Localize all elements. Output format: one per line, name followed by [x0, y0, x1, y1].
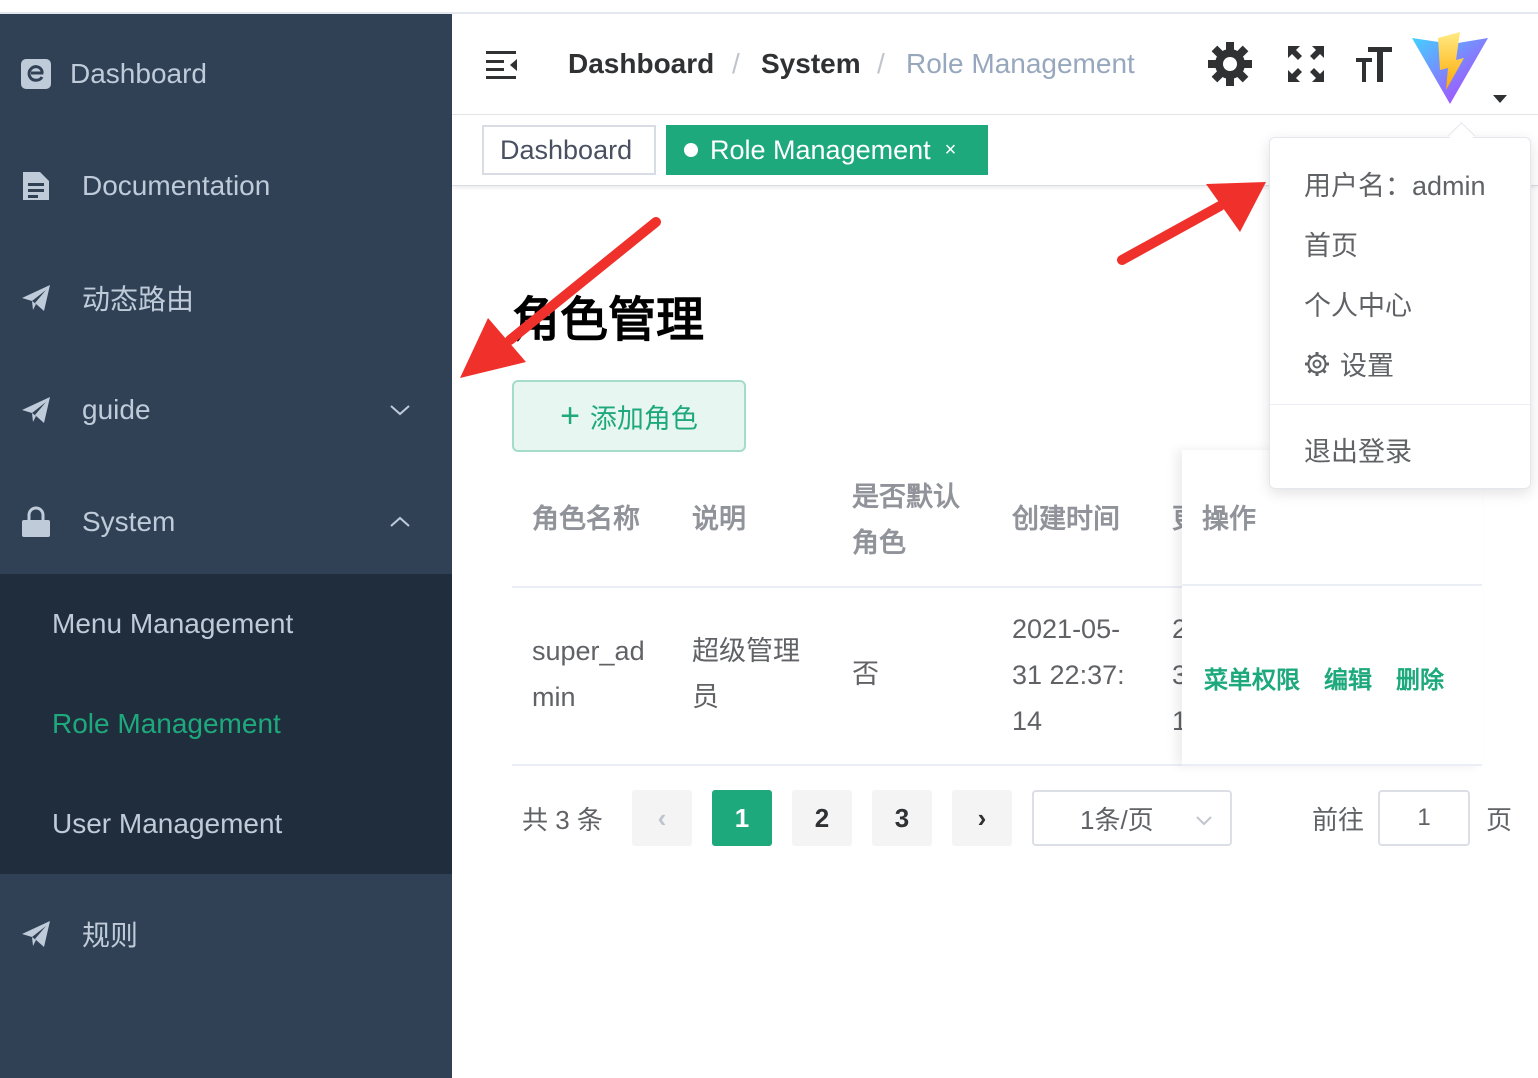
pagination-total: 共 3 条: [522, 805, 603, 835]
dropdown-username: 用户名：admin: [1304, 171, 1486, 201]
system-submenu: Menu Management Role Management User Man…: [0, 574, 452, 874]
page-3-button[interactable]: 3: [872, 790, 932, 846]
sidebar-item-system[interactable]: System: [0, 466, 452, 578]
breadcrumb-dashboard[interactable]: Dashboard: [568, 48, 714, 80]
page-size-value: 1条/页: [1080, 804, 1154, 835]
divider: [1182, 764, 1482, 766]
browser-top-edge: [0, 0, 1538, 14]
navbar: Dashboard / System / Role Management: [452, 14, 1538, 115]
sidebar-item-label: User Management: [52, 808, 283, 839]
sidebar-item-label: Dashboard: [70, 58, 207, 89]
cell-role-name-line1: super_ad: [532, 636, 645, 666]
hamburger-icon[interactable]: [484, 48, 520, 80]
tag-role-management[interactable]: Role Management ×: [666, 125, 988, 175]
goto-label: 前往: [1312, 805, 1365, 835]
column-header-created-time: 创建时间: [1012, 504, 1120, 534]
dropdown-item-logout[interactable]: 退出登录: [1304, 430, 1412, 469]
sidebar-item-user-management[interactable]: User Management: [0, 774, 452, 874]
chevron-up-icon: [390, 516, 410, 527]
settings-icon[interactable]: [1206, 40, 1254, 88]
cell-created-line2: 31 22:37:: [1012, 660, 1125, 690]
chevron-down-icon: [390, 405, 410, 416]
dropdown-item-settings[interactable]: 设置: [1304, 344, 1394, 383]
cell-description-line2: 员: [692, 682, 719, 712]
sidebar-item-label: 动态路由: [82, 284, 195, 315]
sidebar-item-label: 规则: [82, 920, 139, 951]
tag-dashboard[interactable]: Dashboard: [482, 125, 656, 175]
sidebar: Dashboard Documentation 动态路由 guide Syste…: [0, 14, 452, 1078]
fixed-actions-column: 操作 菜单权限 编辑 删除: [1182, 450, 1482, 766]
document-icon: [20, 170, 52, 202]
dropdown-item-label: 设置: [1340, 351, 1394, 381]
red-arrow-right: [1117, 182, 1266, 265]
page-title: 角色管理: [512, 294, 705, 347]
goto-page-input[interactable]: 1: [1378, 790, 1470, 846]
sidebar-item-role-management[interactable]: Role Management: [0, 674, 452, 774]
plus-icon: +: [560, 396, 580, 435]
cell-created-line1: 2021-05-: [1012, 614, 1121, 644]
lock-icon: [20, 506, 52, 538]
next-page-button[interactable]: ›: [952, 790, 1012, 846]
cell-created-line3: 14: [1012, 706, 1043, 736]
add-role-label: 添加角色: [589, 403, 698, 434]
column-header-role-name: 角色名称: [532, 504, 640, 534]
sidebar-item-label: Documentation: [82, 170, 271, 201]
dropdown-item-home[interactable]: 首页: [1304, 224, 1358, 263]
sidebar-item-menu-management[interactable]: Menu Management: [0, 574, 452, 674]
sidebar-item-label: System: [82, 506, 176, 537]
add-role-button[interactable]: + 添加角色: [512, 380, 746, 452]
page-1-button[interactable]: 1: [712, 790, 772, 846]
sidebar-item-dynamic-route[interactable]: 动态路由: [0, 242, 452, 354]
sidebar-item-label: Menu Management: [52, 608, 294, 639]
breadcrumb-separator: /: [877, 48, 885, 79]
column-header-default-line2: 角色: [852, 528, 906, 558]
breadcrumb-system[interactable]: System: [761, 48, 861, 80]
page-2-button[interactable]: 2: [792, 790, 852, 846]
tag-label: Role Management: [710, 134, 931, 165]
column-header-actions: 操作: [1202, 504, 1256, 534]
chevron-down-icon: [1196, 816, 1212, 826]
paper-plane-icon: [20, 918, 52, 950]
gear-icon: [1305, 351, 1329, 376]
cell-default: 否: [852, 659, 879, 689]
sidebar-item-guide[interactable]: guide: [0, 354, 452, 466]
close-icon[interactable]: ×: [945, 139, 957, 162]
prev-page-button[interactable]: ‹: [632, 790, 692, 846]
dropdown-divider: [1270, 404, 1530, 405]
fullscreen-icon[interactable]: [1282, 40, 1330, 88]
sidebar-item-label: guide: [82, 394, 151, 425]
cell-description-line1: 超级管理: [692, 636, 800, 666]
tag-label: Dashboard: [500, 134, 633, 165]
edit-link[interactable]: 编辑: [1324, 660, 1372, 695]
page-size-select[interactable]: 1条/页: [1032, 790, 1232, 846]
column-header-default-line1: 是否默认: [852, 482, 960, 512]
cell-role-name-line2: min: [532, 682, 576, 712]
sidebar-item-rules[interactable]: 规则: [0, 878, 452, 990]
active-dot-icon: [684, 143, 698, 157]
dropdown-item-profile[interactable]: 个人中心: [1304, 284, 1412, 323]
paper-plane-icon: [20, 394, 52, 426]
dashboard-logo-icon: [20, 58, 52, 90]
delete-link[interactable]: 删除: [1396, 660, 1444, 695]
menu-permission-link[interactable]: 菜单权限: [1204, 660, 1300, 695]
divider: [1182, 584, 1482, 586]
sidebar-item-documentation[interactable]: Documentation: [0, 130, 452, 242]
sidebar-item-label: Role Management: [52, 708, 281, 739]
avatar[interactable]: [1410, 30, 1490, 106]
goto-suffix: 页: [1486, 805, 1513, 835]
sidebar-item-dashboard[interactable]: Dashboard: [0, 18, 452, 130]
user-dropdown-menu: 用户名：admin 首页 个人中心 设置 退出登录: [1269, 137, 1531, 489]
breadcrumb-separator: /: [732, 48, 740, 79]
paper-plane-icon: [20, 282, 52, 314]
caret-down-icon[interactable]: [1492, 94, 1508, 104]
column-header-description: 说明: [692, 504, 746, 534]
breadcrumb-current: Role Management: [906, 48, 1135, 79]
font-size-icon[interactable]: [1350, 40, 1398, 88]
